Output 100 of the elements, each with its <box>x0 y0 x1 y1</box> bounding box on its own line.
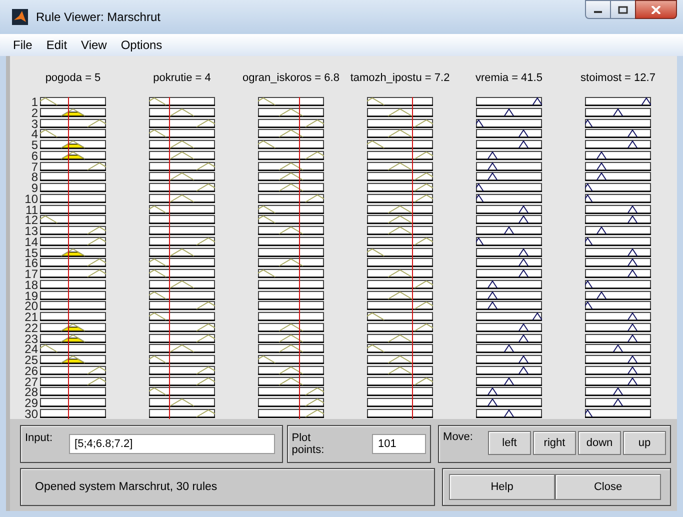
membership-plot <box>585 280 651 289</box>
membership-plot <box>40 194 106 203</box>
membership-plot <box>585 118 651 128</box>
membership-plot <box>476 194 542 203</box>
variable-label: stoimost = 12.7 <box>580 72 656 84</box>
membership-plot <box>476 215 542 224</box>
rule-number: 19 <box>24 290 38 302</box>
membership-plot <box>40 172 106 182</box>
membership-plot <box>258 301 324 310</box>
membership-plot <box>367 258 433 268</box>
minimize-button[interactable] <box>585 0 611 19</box>
membership-plot <box>585 322 651 332</box>
membership-plot <box>476 408 542 418</box>
move-button[interactable]: left <box>488 431 531 455</box>
menu-item[interactable]: File <box>6 38 40 52</box>
plot-points-field[interactable]: 101 <box>372 434 426 454</box>
move-button[interactable]: right <box>533 431 576 455</box>
rule-number: 28 <box>24 387 38 398</box>
membership-plot <box>585 183 651 192</box>
membership-plot <box>585 258 651 268</box>
membership-plot <box>476 387 542 396</box>
rule-number: 16 <box>24 258 38 269</box>
rule-number: 1 <box>30 97 38 108</box>
membership-plot <box>40 312 106 321</box>
rule-number: 12 <box>24 215 38 226</box>
membership-plot <box>40 301 106 310</box>
rule-number: 2 <box>30 108 38 118</box>
membership-plot <box>585 301 651 310</box>
dialog-button[interactable]: Close <box>555 474 661 500</box>
app-icon <box>12 9 28 25</box>
membership-plot <box>149 226 215 235</box>
close-button[interactable] <box>635 0 677 19</box>
membership-plot <box>367 387 433 396</box>
membership-plot <box>476 183 542 192</box>
membership-plot <box>476 129 542 138</box>
membership-plot <box>585 204 651 214</box>
membership-plot <box>585 108 651 117</box>
membership-plot <box>40 183 106 192</box>
input-label: Input: <box>25 432 53 444</box>
membership-plot <box>585 312 651 321</box>
membership-plot <box>476 376 542 386</box>
membership-plot <box>476 97 542 106</box>
input-value-line[interactable] <box>68 97 69 419</box>
membership-plot <box>476 108 542 117</box>
rule-number: 26 <box>24 366 38 376</box>
membership-plot <box>585 376 651 386</box>
membership-plot <box>585 398 651 407</box>
dialog-button[interactable]: Help <box>449 474 555 500</box>
input-value-line[interactable] <box>412 97 413 419</box>
membership-plot <box>476 322 542 332</box>
membership-plot <box>585 387 651 396</box>
membership-plot <box>585 344 651 354</box>
maximize-button[interactable] <box>610 0 636 19</box>
membership-plot <box>40 280 106 289</box>
membership-plot <box>585 269 651 278</box>
membership-plot <box>476 248 542 256</box>
status-message: Opened system Marschrut, 30 rules <box>34 481 218 493</box>
menu-item[interactable]: Edit <box>39 38 74 52</box>
rule-number: 30 <box>24 408 38 419</box>
move-button[interactable]: down <box>578 431 621 455</box>
variable-label: ogran_iskoros = 6.8 <box>242 72 340 84</box>
membership-plot <box>476 118 542 128</box>
membership-plot <box>585 97 651 106</box>
membership-plot <box>40 398 106 407</box>
membership-plot <box>476 280 542 289</box>
membership-plot <box>476 226 542 235</box>
membership-plot <box>476 334 542 342</box>
membership-plot <box>476 204 542 214</box>
menu-item[interactable]: View <box>74 38 114 52</box>
plot-points-label: Plot points: <box>292 432 326 456</box>
membership-plot <box>149 215 215 224</box>
rule-number: 20 <box>24 301 38 312</box>
membership-plot <box>585 248 651 256</box>
membership-plot <box>476 236 542 246</box>
membership-plot <box>476 162 542 170</box>
input-value-line[interactable] <box>168 97 170 419</box>
membership-plot <box>476 140 542 149</box>
membership-plot <box>585 172 651 182</box>
membership-plot <box>476 172 542 182</box>
membership-plot <box>585 236 651 246</box>
membership-plot <box>40 387 106 396</box>
variable-label: tamozh_ipostu = 7.2 <box>350 72 450 84</box>
rule-number: 9 <box>31 183 38 194</box>
membership-plot <box>585 162 651 170</box>
rule-number: 25 <box>24 355 38 366</box>
rule-number: 27 <box>24 376 38 388</box>
membership-plot <box>40 204 106 214</box>
membership-plot <box>40 290 106 300</box>
rule-number: 29 <box>24 398 38 409</box>
membership-plot <box>476 269 542 278</box>
rule-number: 21 <box>24 312 38 323</box>
move-button[interactable]: up <box>623 431 666 455</box>
input-value-line[interactable] <box>298 97 300 419</box>
maximize-icon <box>618 6 628 14</box>
menu-item[interactable]: Options <box>114 38 170 52</box>
membership-plot <box>585 129 651 138</box>
input-field[interactable]: [5;4;6.8;7.2] <box>68 434 275 454</box>
rule-number: 18 <box>24 280 38 290</box>
membership-plot <box>585 215 651 224</box>
membership-plot <box>585 366 651 375</box>
